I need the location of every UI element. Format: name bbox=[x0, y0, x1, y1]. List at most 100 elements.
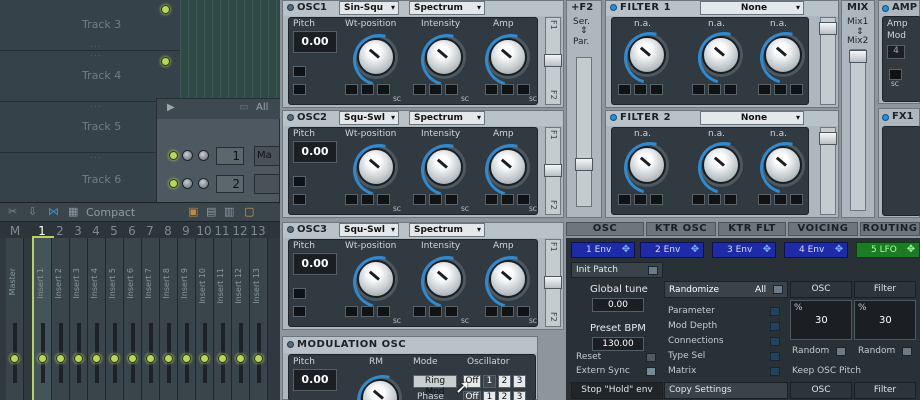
osc-wave-dropdown[interactable]: Squ-Swl bbox=[339, 111, 399, 125]
pitch-mod-slot[interactable] bbox=[293, 288, 306, 299]
pitch-mod-slot[interactable] bbox=[293, 66, 306, 77]
wt-position-knob[interactable] bbox=[357, 38, 395, 76]
intensity-knob[interactable] bbox=[425, 260, 463, 298]
filter-mod-slot[interactable] bbox=[634, 84, 647, 95]
intensity-mod-slot[interactable] bbox=[445, 306, 458, 317]
osc-power-led[interactable] bbox=[287, 226, 294, 233]
osc-mode-dropdown[interactable]: Spectrum bbox=[409, 1, 485, 15]
pitch-mod-slot[interactable] bbox=[293, 194, 306, 205]
filter-mod-slot[interactable] bbox=[708, 194, 721, 205]
mixer-strip-insert[interactable]: Insert 3 bbox=[70, 238, 88, 400]
wt-mod-slot[interactable] bbox=[361, 306, 374, 317]
mixer-tool-icon[interactable]: ▢ bbox=[244, 205, 254, 218]
tab-ktr-osc[interactable]: KTR OSC bbox=[646, 222, 716, 236]
wt-mod-slot[interactable] bbox=[377, 306, 390, 317]
mixer-strip-insert[interactable]: Insert 13 bbox=[250, 238, 268, 400]
env-4-slot[interactable]: 4 Env ✥ bbox=[784, 242, 848, 258]
mixer-strip-master[interactable]: Master bbox=[6, 238, 24, 400]
wt-position-knob[interactable] bbox=[357, 260, 395, 298]
filter-mod-slot[interactable] bbox=[774, 194, 787, 205]
intensity-mod-slot[interactable] bbox=[429, 306, 442, 317]
amp-mod-slot[interactable] bbox=[485, 194, 498, 205]
filter-knob[interactable] bbox=[702, 146, 740, 184]
filter-knob[interactable] bbox=[764, 146, 802, 184]
amp-power-led[interactable] bbox=[882, 5, 889, 12]
track-row[interactable]: ... Track 6 bbox=[0, 151, 180, 204]
filter-random-amount[interactable]: % 30 bbox=[854, 300, 916, 340]
filter-mod-slot[interactable] bbox=[618, 84, 631, 95]
filter-mod-slot[interactable] bbox=[692, 194, 705, 205]
lfo-5-slot[interactable]: 5 LFO ✥ bbox=[856, 242, 920, 258]
mixer-strip-insert[interactable]: Insert 6 bbox=[124, 238, 142, 400]
mix-slider[interactable] bbox=[849, 49, 867, 211]
filter-power-led[interactable] bbox=[610, 4, 617, 11]
intensity-knob[interactable] bbox=[425, 148, 463, 186]
channel-route-number[interactable]: 1 bbox=[216, 147, 244, 165]
rand-parameter-checkbox[interactable] bbox=[770, 307, 780, 316]
filter-mod-slot[interactable] bbox=[634, 194, 647, 205]
amp-mod-slot[interactable] bbox=[485, 306, 498, 317]
rand-connections-checkbox[interactable] bbox=[770, 337, 780, 346]
mixer-tool-icon[interactable]: ✂ bbox=[8, 205, 17, 218]
mixer-layout-label[interactable]: Compact bbox=[86, 206, 135, 219]
filter-copy-button[interactable]: Filter bbox=[854, 382, 916, 399]
filter-random-checkbox[interactable] bbox=[902, 347, 912, 356]
copy-settings-button[interactable]: Copy Settings bbox=[664, 382, 788, 399]
extern-sync-checkbox[interactable] bbox=[646, 367, 656, 376]
osc-pitch-field[interactable]: 0.00 bbox=[293, 253, 337, 275]
channel-led[interactable] bbox=[169, 179, 178, 188]
channel-volume-knob[interactable] bbox=[182, 178, 193, 189]
osc-filter-balance-slider[interactable]: F1 F2 bbox=[544, 17, 562, 105]
mixer-tool-icon[interactable]: ▥ bbox=[224, 205, 234, 218]
channel-name-tag[interactable] bbox=[254, 174, 280, 194]
wt-mod-slot[interactable] bbox=[361, 84, 374, 95]
wt-mod-slot[interactable] bbox=[345, 306, 358, 317]
mixer-strip-insert[interactable]: Insert 12 bbox=[232, 238, 250, 400]
intensity-mod-slot[interactable] bbox=[429, 194, 442, 205]
osc-wave-dropdown[interactable]: Squ-Swl bbox=[339, 223, 399, 237]
osc-filter-balance-slider[interactable]: F1 F2 bbox=[544, 239, 562, 327]
osc-power-led[interactable] bbox=[287, 114, 294, 121]
osc-copy-button[interactable]: OSC bbox=[790, 382, 852, 399]
pitch-mod-slot[interactable] bbox=[293, 176, 306, 187]
mixer-tool-icon[interactable]: ⇩ bbox=[28, 205, 37, 218]
mixer-strip-insert[interactable]: Insert 11 bbox=[214, 238, 232, 400]
mixer-strip-insert[interactable]: Insert 2 bbox=[52, 238, 70, 400]
channel-route-number[interactable]: 2 bbox=[216, 175, 244, 193]
env-1-slot[interactable]: 1 Env ✥ bbox=[571, 242, 635, 258]
track-row[interactable]: ... Track 5 bbox=[0, 100, 180, 153]
pitch-mod-slot[interactable] bbox=[293, 84, 306, 95]
amp-mod-slot[interactable] bbox=[501, 194, 514, 205]
env-2-slot[interactable]: 2 Env ✥ bbox=[640, 242, 704, 258]
osc-filter-balance-thumb[interactable] bbox=[544, 164, 562, 177]
play-arrow-icon[interactable]: ▶ bbox=[167, 102, 175, 113]
osc-filter-balance-slider[interactable]: F1 F2 bbox=[544, 127, 562, 215]
modosc-rm-knob[interactable] bbox=[361, 379, 399, 400]
wt-mod-slot[interactable] bbox=[345, 84, 358, 95]
tab-routing[interactable]: ROUTING bbox=[860, 222, 920, 236]
filter-mod-slot[interactable] bbox=[724, 84, 737, 95]
filter-level-thumb[interactable] bbox=[819, 22, 837, 35]
intensity-mod-slot[interactable] bbox=[413, 84, 426, 95]
amp-mod-slot[interactable] bbox=[485, 84, 498, 95]
modosc-pitch-field[interactable]: 0.00 bbox=[293, 369, 337, 391]
osc-random-checkbox[interactable] bbox=[836, 347, 846, 356]
amp-mod-slot[interactable] bbox=[501, 84, 514, 95]
mixer-strip-insert[interactable]: Insert 9 bbox=[178, 238, 196, 400]
osc-pitch-field[interactable]: 0.00 bbox=[293, 141, 337, 163]
track-row[interactable]: ... Track 4 bbox=[0, 49, 180, 102]
channel-pan-knob[interactable] bbox=[198, 178, 209, 189]
phase-osc-3[interactable]: 3 bbox=[513, 391, 526, 400]
filter-knob[interactable] bbox=[628, 36, 666, 74]
filter-knob[interactable] bbox=[628, 146, 666, 184]
amp-mod-slot[interactable] bbox=[517, 84, 530, 95]
filter-mod-slot[interactable] bbox=[650, 194, 663, 205]
ring-mod-button[interactable]: Ring Mod bbox=[413, 375, 457, 397]
filter-level-slider[interactable] bbox=[819, 127, 837, 215]
filter-mod-slot[interactable] bbox=[724, 194, 737, 205]
channel-name-tag[interactable]: Ma bbox=[254, 146, 280, 166]
filter-type-dropdown[interactable]: None bbox=[700, 111, 804, 125]
amp-knob[interactable] bbox=[489, 38, 527, 76]
wt-mod-slot[interactable] bbox=[361, 194, 374, 205]
amp-knob[interactable] bbox=[489, 260, 527, 298]
